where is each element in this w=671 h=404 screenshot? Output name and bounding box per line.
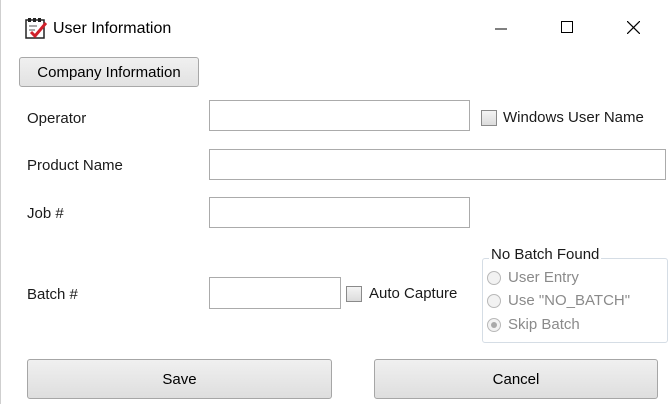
minimize-button[interactable] [478, 8, 524, 46]
windows-user-name-checkbox[interactable] [481, 110, 497, 126]
minimize-icon [495, 28, 507, 30]
job-input[interactable] [209, 197, 470, 228]
title-bar[interactable]: User Information [1, 0, 671, 46]
user-entry-radio[interactable] [487, 271, 501, 285]
batch-input[interactable] [209, 277, 341, 309]
job-label: Job # [27, 205, 64, 222]
window-title: User Information [53, 20, 172, 37]
use-no-batch-label[interactable]: Use "NO_BATCH" [508, 292, 630, 309]
product-name-label: Product Name [27, 157, 123, 174]
no-batch-found-title: No Batch Found [489, 246, 602, 263]
windows-user-name-label[interactable]: Windows User Name [503, 109, 644, 126]
maximize-icon [561, 21, 573, 33]
skip-batch-radio[interactable] [487, 318, 501, 332]
auto-capture-checkbox[interactable] [346, 286, 362, 302]
checklist-icon [25, 18, 47, 39]
maximize-button[interactable] [544, 8, 590, 46]
close-icon [626, 20, 640, 34]
user-information-window: User Information Company Information Ope… [0, 0, 671, 404]
operator-label: Operator [27, 110, 87, 127]
use-no-batch-radio[interactable] [487, 294, 501, 308]
close-button[interactable] [610, 8, 656, 46]
company-information-button[interactable]: Company Information [19, 57, 199, 87]
save-button[interactable]: Save [27, 359, 332, 399]
auto-capture-label[interactable]: Auto Capture [369, 285, 457, 302]
product-name-input[interactable] [209, 149, 666, 180]
batch-label: Batch # [27, 286, 78, 303]
operator-input[interactable] [209, 100, 470, 131]
cancel-button[interactable]: Cancel [374, 359, 658, 399]
skip-batch-label[interactable]: Skip Batch [508, 316, 580, 333]
user-entry-label[interactable]: User Entry [508, 269, 579, 286]
